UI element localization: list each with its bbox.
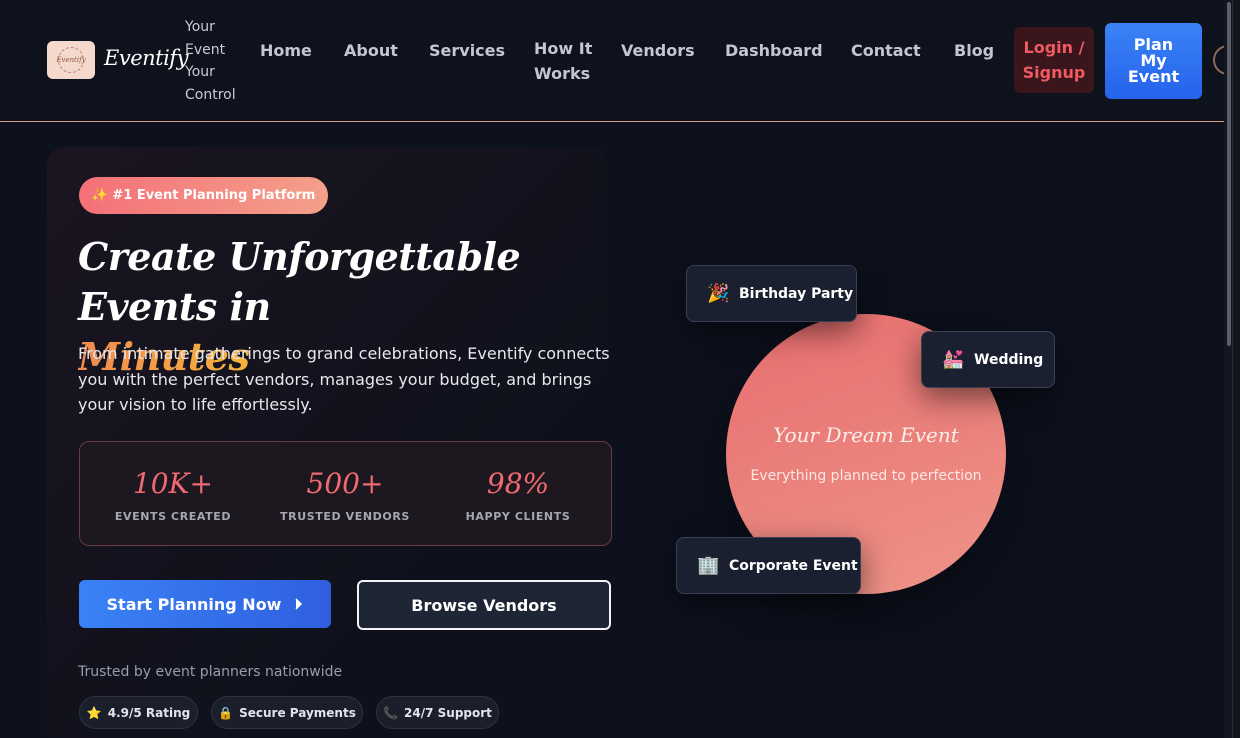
pill-label: Secure Payments <box>239 705 356 720</box>
pill-label: 24/7 Support <box>404 705 492 720</box>
rating-pill: ⭐ 4.9/5 Rating <box>79 696 198 729</box>
nav-link-vendors[interactable]: Vendors <box>621 38 695 63</box>
page-scrollbar[interactable] <box>1224 0 1240 738</box>
chevron-right-icon <box>295 598 303 610</box>
scrollbar-thumb[interactable] <box>1227 2 1231 346</box>
nav-link-home[interactable]: Home <box>260 38 312 63</box>
nav-link-how-it-works[interactable]: How It Works <box>534 36 594 86</box>
stat-vendors: 500+ TRUSTED VENDORS <box>260 464 430 523</box>
start-planning-label: Start Planning Now <box>106 594 282 614</box>
logo[interactable]: Eventify <box>47 41 95 79</box>
birthday-party-card[interactable]: 🎉 Birthday Party <box>686 265 857 322</box>
star-icon: ⭐ <box>86 705 102 720</box>
logo-emblem: Eventify <box>56 47 86 73</box>
pill-label: 4.9/5 Rating <box>107 705 191 720</box>
card-label: Wedding <box>974 351 1044 368</box>
wedding-chapel-icon: 💒 <box>942 349 965 370</box>
plan-my-event-button[interactable]: Plan My Event <box>1105 23 1202 99</box>
stat-label: TRUSTED VENDORS <box>280 510 410 523</box>
office-building-icon: 🏢 <box>697 555 720 576</box>
nav-link-contact[interactable]: Contact <box>851 38 921 63</box>
stat-label: HAPPY CLIENTS <box>465 510 571 523</box>
stat-value: 10K+ <box>132 467 213 500</box>
stat-value: 98% <box>486 467 550 500</box>
phone-icon: 📞 <box>383 705 399 720</box>
brand-tagline: Your Event Your Control <box>185 19 236 103</box>
lock-icon: 🔒 <box>218 705 234 720</box>
support-pill: 📞 24/7 Support <box>376 696 499 729</box>
hero-description: From intimate gatherings to grand celebr… <box>78 344 610 414</box>
headline-main: Create Unforgettable Events in <box>78 234 521 329</box>
secure-payments-pill: 🔒 Secure Payments <box>211 696 363 729</box>
nav-link-blog[interactable]: Blog <box>954 38 994 63</box>
login-signup-button[interactable]: Login / Signup <box>1014 27 1094 93</box>
circle-subtitle: Everything planned to perfection <box>750 468 982 484</box>
corporate-event-card[interactable]: 🏢 Corporate Event <box>676 537 861 594</box>
scrollbar-track <box>1232 0 1233 738</box>
party-popper-icon: 🎉 <box>707 283 730 304</box>
nav-link-about[interactable]: About <box>344 38 398 63</box>
stat-value: 500+ <box>306 467 384 500</box>
start-planning-button[interactable]: Start Planning Now <box>79 580 331 628</box>
stat-label: EVENTS CREATED <box>114 510 232 523</box>
trusted-text: Trusted by event planners nationwide <box>78 664 343 680</box>
top-navbar: Eventify Eventify Your Event Your Contro… <box>0 0 1240 122</box>
stat-clients: 98% HAPPY CLIENTS <box>433 464 603 523</box>
circle-title: Your Dream Event <box>773 423 959 447</box>
stat-events: 10K+ EVENTS CREATED <box>88 464 258 523</box>
platform-badge: ✨ #1 Event Planning Platform <box>79 177 328 214</box>
stats-panel: 10K+ EVENTS CREATED 500+ TRUSTED VENDORS… <box>79 441 612 546</box>
card-label: Corporate Event <box>729 557 858 574</box>
brand-name[interactable]: Eventify <box>104 46 188 70</box>
nav-link-dashboard[interactable]: Dashboard <box>725 38 823 63</box>
nav-link-services[interactable]: Services <box>429 38 505 63</box>
card-label: Birthday Party <box>739 285 854 302</box>
wedding-card[interactable]: 💒 Wedding <box>921 331 1055 388</box>
browse-vendors-button[interactable]: Browse Vendors <box>357 580 611 630</box>
